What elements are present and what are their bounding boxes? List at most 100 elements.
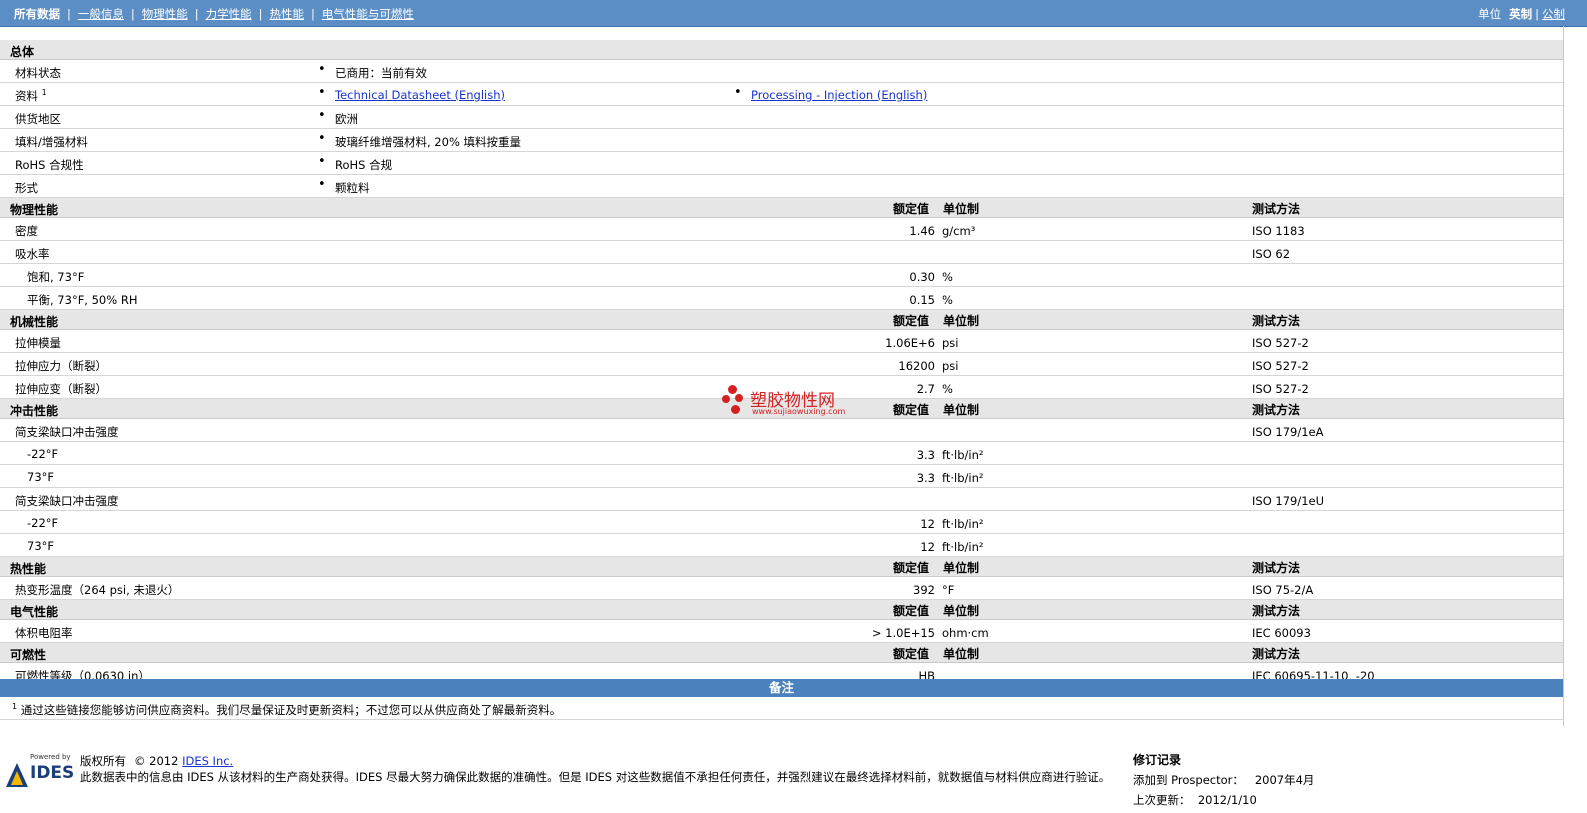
processing-injection-link[interactable]: Processing - Injection (English) (751, 88, 927, 102)
scroll-divider (1563, 26, 1564, 726)
table-row: 简支梁缺口冲击强度 ISO 179/1eU (0, 488, 1563, 511)
section-header-general: 总体 (0, 40, 1563, 60)
tab-general-info[interactable]: 一般信息 (78, 7, 124, 21)
row-value: 12 (920, 540, 935, 554)
row-label: 填料/增强材料 (15, 135, 88, 149)
row-label: 形式 (15, 181, 38, 195)
tab-separator: | (194, 7, 199, 21)
row-value: 0.30 (909, 270, 935, 284)
ides-mark-icon (6, 763, 28, 787)
header-method: 测试方法 (1252, 604, 1301, 618)
copyright-line: 版权所有 © 2012 IDES Inc. (80, 753, 233, 769)
row-label-text: 资料 (15, 89, 38, 103)
header-method: 测试方法 (1252, 403, 1301, 417)
row-value: 已商用：当前有效 (335, 66, 427, 80)
tab-separator: | (258, 7, 263, 21)
remarks-note: 通过这些链接您能够访问供应商资料。我们尽量保证及时更新资料；不过您可以从供应商处… (20, 703, 562, 717)
unit-metric-link[interactable]: 公制 (1542, 7, 1565, 21)
bullet-icon: • (318, 62, 326, 77)
row-label: 73°F (27, 470, 54, 484)
table-row: 简支梁缺口冲击强度 ISO 179/1eA (0, 419, 1563, 442)
bullet-icon: • (734, 85, 742, 100)
row-method: ISO 62 (1252, 247, 1291, 261)
updated-label: 上次更新： (1133, 793, 1191, 807)
table-row: -22°F 3.3 ft·lb/in² (0, 442, 1563, 465)
row-label: 简支梁缺口冲击强度 (15, 494, 119, 508)
header-value: 额定值 (893, 647, 930, 661)
row-value: 12 (920, 517, 935, 531)
general-row-form: 形式 • 颗粒料 (0, 175, 1563, 198)
row-value: 1.46 (909, 224, 935, 238)
row-label: 材料状态 (15, 66, 61, 80)
header-unit: 单位制 (943, 403, 980, 417)
header-method: 测试方法 (1252, 314, 1301, 328)
copyright-prefix: 版权所有 (80, 754, 126, 768)
header-value: 额定值 (893, 403, 930, 417)
row-label: -22°F (27, 516, 59, 530)
top-nav-bar: 所有数据 | 一般信息 | 物理性能 | 力学性能 | 热性能 | 电气性能与可燃性 单位 英制 | 公制 (0, 0, 1587, 27)
revision-added: 添加到 Prospector： 2007年4月 (1133, 772, 1314, 788)
revision-title: 修订记录 (1133, 753, 1182, 767)
header-unit: 单位制 (943, 604, 980, 618)
row-method: ISO 527-2 (1252, 336, 1309, 350)
header-unit: 单位制 (943, 202, 980, 216)
footnote-marker: 1 (41, 88, 47, 98)
section-title: 冲击性能 (10, 404, 59, 418)
unit-separator: | (1535, 7, 1539, 21)
header-method: 测试方法 (1252, 647, 1301, 661)
row-label: 热变形温度（264 psi, 未退火） (15, 583, 180, 597)
bullet-icon: • (318, 131, 326, 146)
ides-inc-link[interactable]: IDES Inc. (182, 754, 233, 768)
added-date: 2007年4月 (1254, 773, 1315, 787)
unit-english: 英制 (1509, 7, 1533, 21)
header-unit: 单位制 (943, 647, 980, 661)
table-row: 拉伸应力（断裂） 16200 psi ISO 527-2 (0, 353, 1563, 376)
row-value: 玻璃纤维增强材料, 20% 填料按重量 (335, 135, 522, 149)
table-row: 密度 1.46 g/cm³ ISO 1183 (0, 218, 1563, 241)
tab-physical[interactable]: 物理性能 (142, 7, 188, 21)
row-label: RoHS 合规性 (15, 158, 84, 172)
header-value: 额定值 (893, 604, 930, 618)
table-row: 73°F 3.3 ft·lb/in² (0, 465, 1563, 488)
row-method: IEC 60093 (1252, 626, 1311, 640)
table-row: 拉伸模量 1.06E+6 psi ISO 527-2 (0, 330, 1563, 353)
row-value: 2.7 (916, 382, 935, 396)
row-unit: psi (942, 336, 959, 350)
row-value: 3.3 (916, 448, 935, 462)
row-label: 体积电阻率 (15, 626, 73, 640)
row-label: -22°F (27, 447, 59, 461)
section-header-physical: 物理性能 额定值 单位制 测试方法 (0, 198, 1563, 218)
ides-logo: Powered by IDES (6, 753, 74, 787)
header-value: 额定值 (893, 202, 930, 216)
watermark-dot (722, 395, 730, 403)
section-title: 电气性能 (10, 605, 59, 619)
logo-powered-by: Powered by (30, 753, 71, 761)
row-unit: ohm·cm (942, 626, 989, 640)
section-header-mechanical: 机械性能 额定值 单位制 测试方法 (0, 310, 1563, 330)
bullet-icon: • (318, 85, 326, 100)
section-header-thermal: 热性能 额定值 单位制 测试方法 (0, 557, 1563, 577)
section-title: 热性能 (10, 562, 47, 576)
technical-datasheet-link[interactable]: Technical Datasheet (English) (335, 88, 505, 102)
bullet-icon: • (318, 108, 326, 123)
watermark-dot (731, 405, 740, 414)
row-unit: ft·lb/in² (942, 448, 984, 462)
watermark-dot (728, 385, 737, 394)
row-value: 392 (913, 583, 935, 597)
footer: Powered by IDES 版权所有 © 2012 IDES Inc. 此数据… (0, 745, 1563, 813)
tab-mechanical[interactable]: 力学性能 (206, 7, 252, 21)
tab-separator: | (67, 7, 71, 21)
row-label: 拉伸应变（断裂） (15, 382, 107, 396)
row-method: ISO 179/1eA (1252, 425, 1324, 439)
tab-thermal[interactable]: 热性能 (270, 7, 305, 21)
remarks-text: 1 通过这些链接您能够访问供应商资料。我们尽量保证及时更新资料；不过您可以从供应… (12, 702, 561, 718)
row-label: 供货地区 (15, 112, 61, 126)
unit-label: 单位 (1478, 7, 1502, 21)
header-method: 测试方法 (1252, 202, 1301, 216)
datasheet-table: 总体 材料状态 • 已商用：当前有效 资料 1 • Technical Data… (0, 40, 1563, 686)
general-row-filler: 填料/增强材料 • 玻璃纤维增强材料, 20% 填料按重量 (0, 129, 1563, 152)
row-value: 3.3 (916, 471, 935, 485)
table-row: 吸水率 ISO 62 (0, 241, 1563, 264)
tab-electrical-flammability[interactable]: 电气性能与可燃性 (322, 7, 414, 21)
tab-all-data[interactable]: 所有数据 (14, 7, 60, 21)
